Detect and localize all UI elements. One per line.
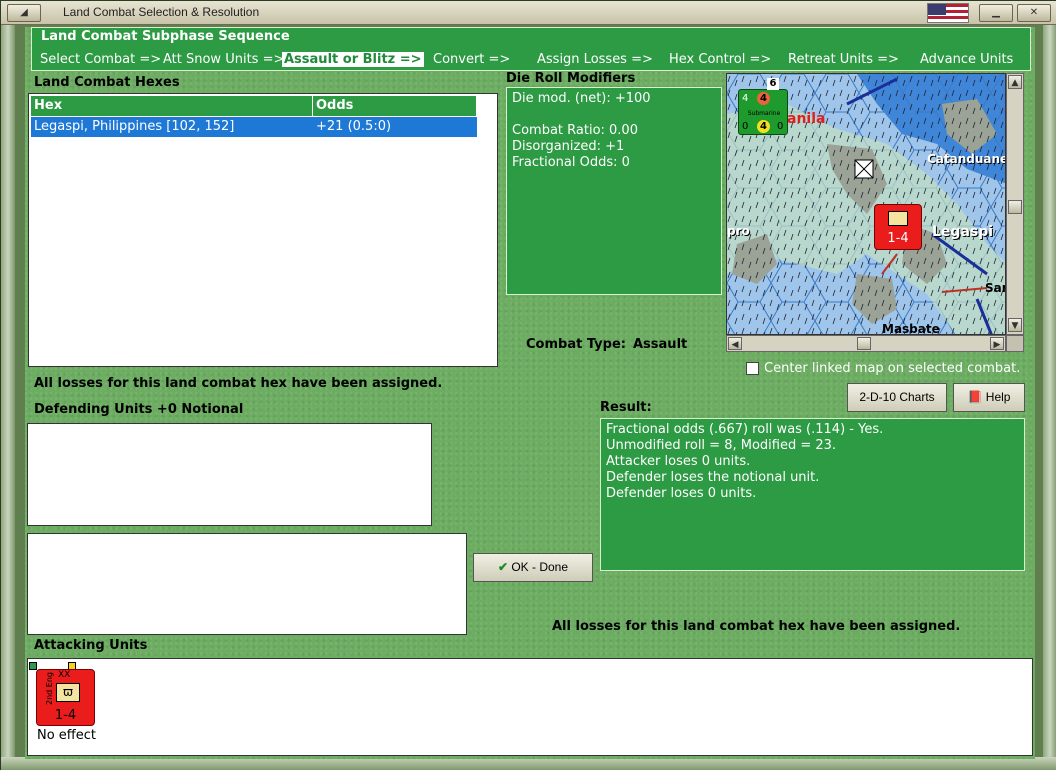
attacking-units-list[interactable]: XX 2nd Eng ϖ 1-4 No effect <box>27 658 1033 756</box>
result-losses-status: All losses for this land combat hex have… <box>552 619 961 634</box>
column-header-hex[interactable]: Hex <box>31 96 313 116</box>
scroll-up-button[interactable]: ▲ <box>1008 75 1022 89</box>
map-label-pro: pro <box>727 224 750 238</box>
help-book-icon: 📕 <box>967 390 983 404</box>
combat-hexes-table[interactable]: Hex Odds Legaspi, Philippines [102, 152]… <box>28 93 498 367</box>
subphase-sequence-title: Land Combat Subphase Sequence <box>41 29 290 44</box>
scroll-corner <box>1006 335 1024 352</box>
result-title: Result: <box>600 400 652 415</box>
seq-assault-or-blitz[interactable]: Assault or Blitz => <box>282 52 424 67</box>
unit-size: XX <box>58 670 71 680</box>
left-frame <box>1 25 15 761</box>
modifier-line: Fractional Odds: 0 <box>512 155 630 170</box>
enemy-unit-strength: 1-4 <box>887 231 909 246</box>
right-frame <box>1043 25 1056 761</box>
close-button[interactable]: ✕ <box>1017 4 1051 22</box>
hex-cell: Legaspi, Philippines [102, 152] <box>34 119 235 134</box>
seq-assign-losses[interactable]: Assign Losses => <box>537 52 653 67</box>
map-label-legaspi: Legaspi <box>932 224 994 240</box>
odds-cell: +21 (0.5:0) <box>316 119 392 134</box>
seq-retreat-units[interactable]: Retreat Units => <box>788 52 899 67</box>
charts-button[interactable]: 2-D-10 Charts <box>847 383 947 412</box>
die-roll-modifiers-title: Die Roll Modifiers <box>506 71 636 86</box>
stack-count: 6 <box>767 78 779 90</box>
attacking-unit-status: No effect <box>37 728 97 743</box>
ok-done-button[interactable]: ✔ OK - Done <box>473 553 593 582</box>
defending-units-title: Defending Units +0 Notional <box>34 402 244 417</box>
map-label-catanduanes: Catanduanes <box>927 152 1005 166</box>
enemy-unit-counter[interactable]: 1-4 <box>874 204 922 250</box>
map-label-san: San <box>985 281 1005 295</box>
checkmark-icon: ✔ <box>497 560 508 574</box>
minimize-button[interactable]: ▁ <box>979 4 1013 22</box>
seq-hex-control[interactable]: Hex Control => <box>669 52 771 67</box>
attacking-units-title: Attacking Units <box>34 638 148 653</box>
us-flag-icon <box>927 3 969 23</box>
unit-top-left-value: 4 <box>742 93 749 104</box>
unit-bottom-right-value: 0 <box>777 121 784 132</box>
seq-select-combat[interactable]: Select Combat => <box>40 52 161 67</box>
unit-marker-green-icon <box>29 662 37 670</box>
modifier-line: Disorganized: +1 <box>512 139 625 154</box>
combat-window: ◢ Land Combat Selection & Resolution ▁ ✕… <box>0 0 1056 770</box>
seq-convert[interactable]: Convert => <box>433 52 510 67</box>
result-box: Fractional odds (.667) roll was (.114) -… <box>600 418 1025 571</box>
result-line: Unmodified roll = 8, Modified = 23. <box>606 438 837 453</box>
help-button-label: Help <box>985 390 1011 404</box>
modifier-line: Die mod. (net): +100 <box>512 91 651 106</box>
unit-name: 2nd Eng <box>44 672 54 705</box>
result-line: Defender loses 0 units. <box>606 486 757 501</box>
combat-type-label: Combat Type: <box>526 337 626 352</box>
attacking-unit-counter[interactable]: XX 2nd Eng ϖ 1-4 <box>36 669 95 726</box>
engineer-symbol-icon: ϖ <box>56 683 80 702</box>
result-line: Fractional odds (.667) roll was (.114) -… <box>606 422 884 437</box>
defending-units-list[interactable] <box>27 423 432 526</box>
result-line: Defender loses the notional unit. <box>606 470 820 485</box>
die-roll-modifiers-box: Die mod. (net): +100 Combat Ratio: 0.00 … <box>506 87 722 295</box>
map-label-manila: anila <box>787 111 826 127</box>
scroll-right-button[interactable]: ▶ <box>990 337 1004 350</box>
vertical-scroll-thumb[interactable] <box>1008 200 1022 214</box>
map-horizontal-scrollbar[interactable]: ◀ ▶ <box>726 335 1006 352</box>
modifier-line <box>512 107 716 123</box>
unit-type-label: Submarine <box>747 110 781 117</box>
unit-top-center-value: 4 <box>757 92 770 105</box>
system-menu-button[interactable]: ◢ <box>7 4 41 22</box>
center-map-label: Center linked map on selected combat. <box>764 361 1021 376</box>
combat-hexes-title: Land Combat Hexes <box>34 75 180 90</box>
ok-done-label: OK - Done <box>511 560 569 574</box>
window-title: Land Combat Selection & Resolution <box>63 5 260 19</box>
hex-losses-status: All losses for this land combat hex have… <box>34 376 443 391</box>
center-map-checkbox[interactable] <box>746 362 759 375</box>
attacking-unit-strength: 1-4 <box>54 708 77 723</box>
submarine-unit-counter[interactable]: 6 4 4 Submarine 0 4 0 <box>738 78 788 135</box>
engineer-symbol-icon <box>888 211 908 226</box>
result-line: Attacker loses 0 units. <box>606 454 751 469</box>
horizontal-scroll-thumb[interactable] <box>857 337 871 350</box>
seq-advance-units[interactable]: Advance Units <box>920 52 1013 67</box>
map-label-masbate: Masbate <box>882 322 940 335</box>
defending-notional-list[interactable] <box>27 533 467 635</box>
linked-map[interactable]: anila Catanduanes Legaspi pro Masbate Sa… <box>726 73 1006 335</box>
modifier-line: Combat Ratio: 0.00 <box>512 123 638 138</box>
column-header-odds[interactable]: Odds <box>313 96 477 116</box>
title-bar: ◢ Land Combat Selection & Resolution ▁ ✕ <box>1 1 1056 25</box>
scroll-down-button[interactable]: ▼ <box>1008 318 1022 332</box>
combat-type-value: Assault <box>633 337 688 352</box>
map-vertical-scrollbar[interactable]: ▲ ▼ <box>1006 73 1024 335</box>
unit-bottom-center-value: 4 <box>757 120 770 133</box>
seq-att-snow-units[interactable]: Att Snow Units => <box>163 52 284 67</box>
unit-bottom-left-value: 0 <box>742 121 749 132</box>
help-button[interactable]: 📕 Help <box>953 383 1025 412</box>
scroll-left-button[interactable]: ◀ <box>728 337 742 350</box>
